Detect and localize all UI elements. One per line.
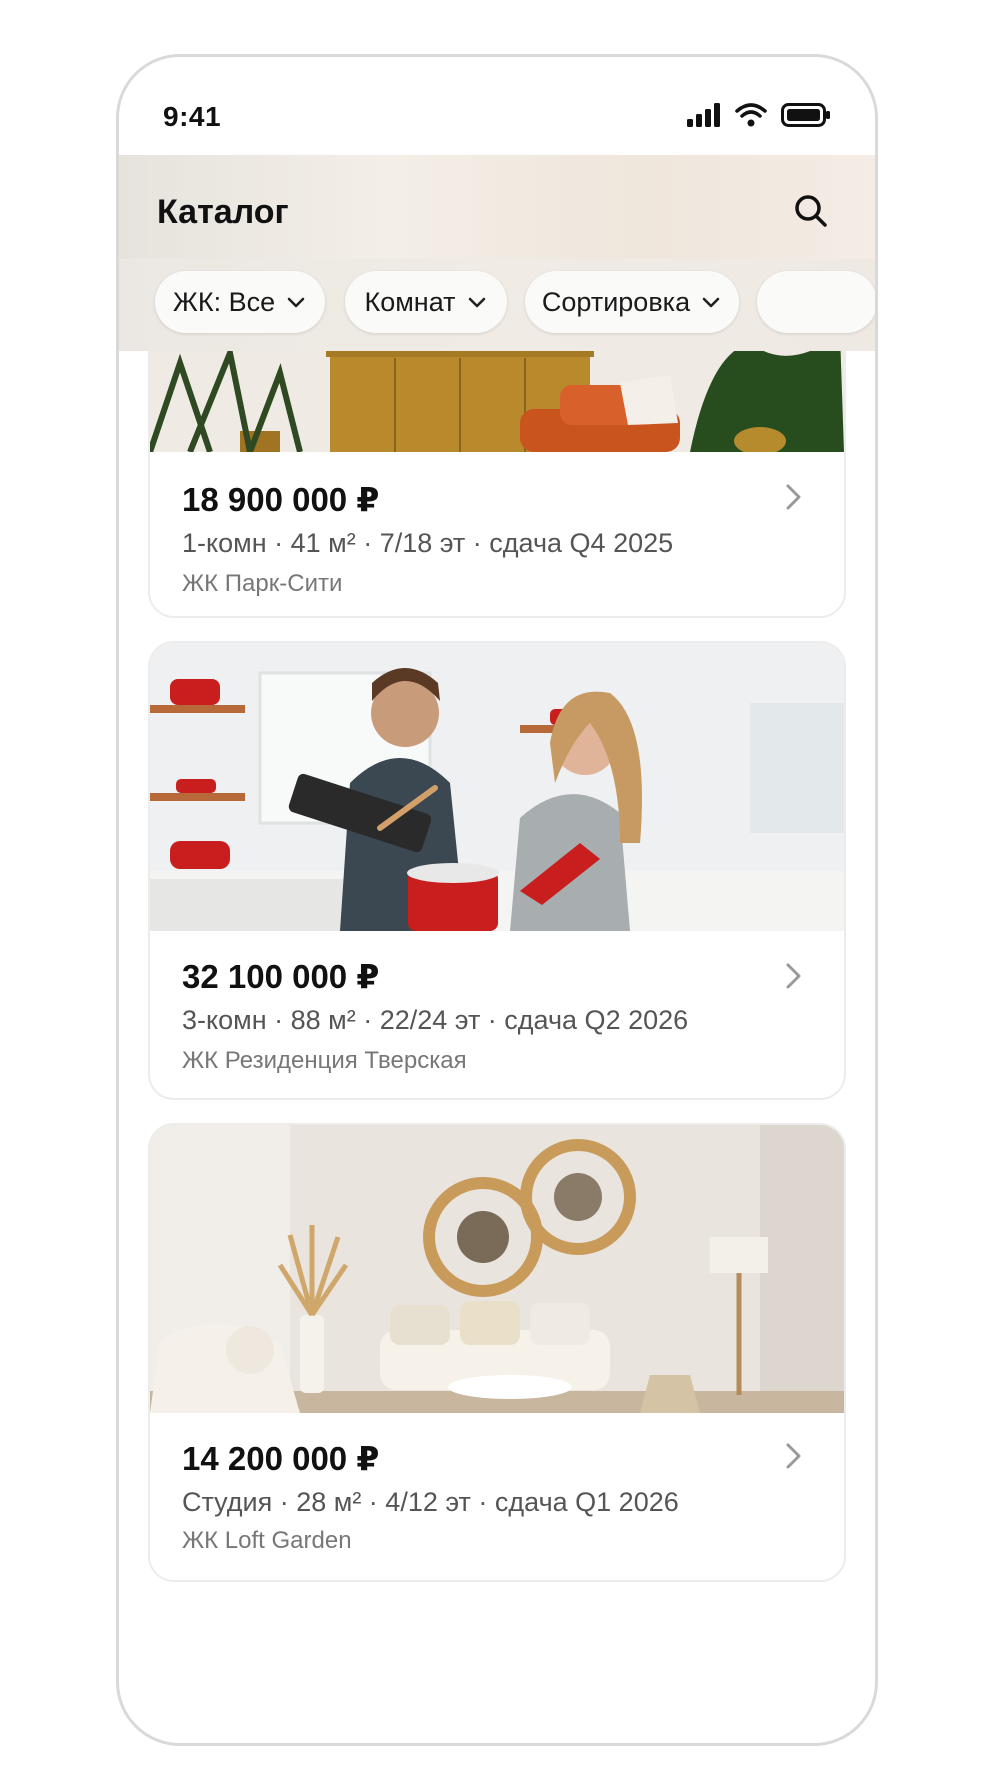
listing-card[interactable]: 14 200 000 ₽ Студия · 28 м² · 4/12 эт · … <box>148 1123 846 1582</box>
listing-price: 18 900 000 ₽ <box>182 481 380 518</box>
listing-photo <box>150 643 844 931</box>
filter-chip-sort[interactable]: Сортировка <box>525 271 739 333</box>
page-title: Каталог <box>157 193 289 231</box>
listing-specs: Студия · 28 м² · 4/12 эт · сдача Q1 2026 <box>182 1487 679 1517</box>
filter-chip-label: ЖК: Все <box>172 286 276 317</box>
listing-info: 14 200 000 ₽ Студия · 28 м² · 4/12 эт · … <box>150 1413 844 1580</box>
chevron-right-icon <box>786 963 801 989</box>
listing-feed: 18 900 000 ₽ 1-комн · 41 м² · 7/18 эт · … <box>119 351 875 1743</box>
search-button[interactable] <box>791 191 831 231</box>
chevron-right-icon <box>786 1443 801 1469</box>
filter-chip-label: Комнат <box>364 286 456 317</box>
wifi-icon <box>735 103 767 127</box>
phone-frame: 9:41 Каталог ЖК: Все Комнат Сортировка 1… <box>116 54 878 1746</box>
filter-chip-rooms[interactable]: Комнат <box>345 271 507 333</box>
search-icon <box>795 195 827 227</box>
filter-chip-complex[interactable]: ЖК: Все <box>155 271 325 333</box>
listing-price: 14 200 000 ₽ <box>182 1440 380 1477</box>
chevron-down-icon <box>287 297 305 308</box>
listing-photo <box>150 351 844 452</box>
status-time: 9:41 <box>163 101 222 132</box>
status-icons <box>687 103 831 127</box>
filter-bar: ЖК: Все Комнат Сортировка <box>119 259 875 351</box>
listing-info: 32 100 000 ₽ 3-комн · 88 м² · 22/24 эт ·… <box>150 931 844 1098</box>
chevron-down-icon <box>468 297 485 308</box>
listing-specs: 3-комн · 88 м² · 22/24 эт · сдача Q2 202… <box>182 1005 689 1035</box>
listing-price: 32 100 000 ₽ <box>182 958 380 995</box>
app-header: Каталог <box>119 155 875 259</box>
filter-chip-more[interactable] <box>757 271 875 333</box>
chevron-down-icon <box>702 297 720 308</box>
listing-card[interactable]: 32 100 000 ₽ 3-комн · 88 м² · 22/24 эт ·… <box>148 641 846 1100</box>
listing-info: 18 900 000 ₽ 1-комн · 41 м² · 7/18 эт · … <box>150 452 844 616</box>
listing-specs: 1-комн · 41 м² · 7/18 эт · сдача Q4 2025 <box>182 528 674 558</box>
listing-card[interactable]: 18 900 000 ₽ 1-комн · 41 м² · 7/18 эт · … <box>148 351 846 618</box>
signal-icon <box>687 103 720 127</box>
status-bar: 9:41 <box>119 57 875 155</box>
chevron-right-icon <box>786 484 801 510</box>
listing-complex: ЖК Парк-Сити <box>182 570 343 597</box>
filter-chip-label: Сортировка <box>541 286 691 317</box>
listing-complex: ЖК Резиденция Тверская <box>182 1047 467 1074</box>
listing-photo <box>150 1125 844 1413</box>
battery-icon <box>781 103 830 127</box>
listing-complex: ЖК Loft Garden <box>182 1527 352 1554</box>
